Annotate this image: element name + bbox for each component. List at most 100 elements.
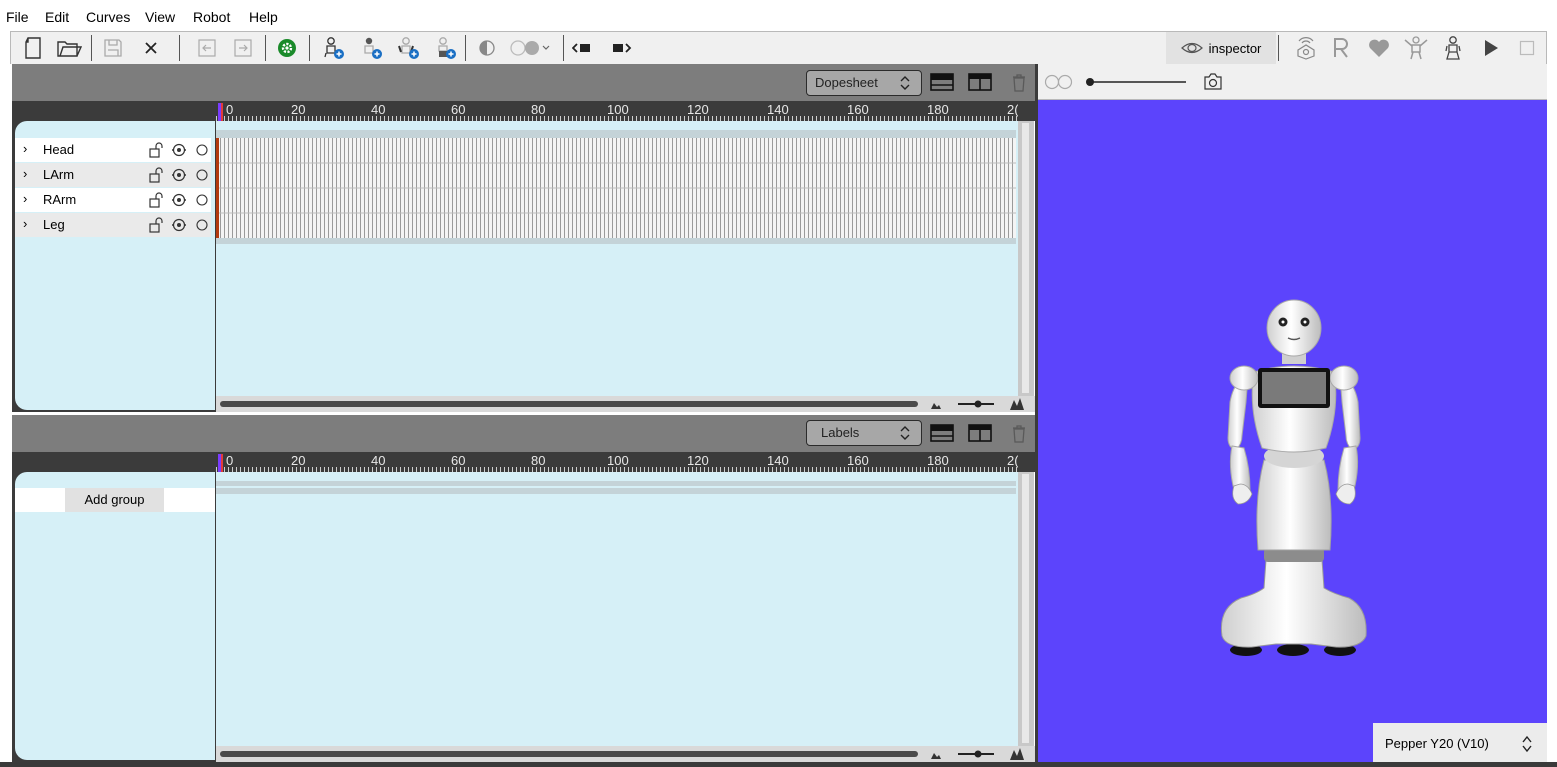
menu-edit[interactable]: Edit [45,9,69,25]
menu-view[interactable]: View [145,9,175,25]
previous-keyframe-icon [572,43,590,53]
layout-window-icon [968,424,992,442]
menu-robot[interactable]: Robot [193,9,230,25]
zoom-in-icon[interactable] [1009,747,1025,760]
menu-help[interactable]: Help [249,9,278,25]
timeline-ruler[interactable]: 0 20 40 60 80 100 120 140 160 180 2( [216,101,1018,121]
undo-button[interactable] [191,32,223,64]
group-row-head[interactable]: › Head [15,138,211,162]
dopesheet-horizontal-scrollbar[interactable] [216,396,922,412]
group-row-rarm[interactable]: › RArm [15,188,211,212]
save-icon [104,39,122,57]
unlock-icon[interactable] [149,192,163,208]
ruler-label: 100 [607,102,629,117]
stiffness-motor-icon[interactable] [171,218,187,232]
next-keyframe-button[interactable] [605,32,637,64]
group-row-larm[interactable]: › LArm [15,163,211,187]
menu-curves[interactable]: Curves [86,9,130,25]
add-robot-pose-button[interactable] [317,32,349,64]
chevron-right-icon[interactable]: › [23,191,27,206]
zoom-slider[interactable] [956,748,996,760]
stop-icon [1519,40,1535,56]
dopesheet-mode-select[interactable]: Dopesheet [806,70,922,96]
delete-panel-button[interactable] [1012,425,1026,446]
contrast-button[interactable] [471,32,503,64]
joint-group-tree: › Head › LArm › RArm › Leg [15,121,215,410]
layout-split-button[interactable] [930,424,954,445]
robot-model-select[interactable]: Pepper Y20 (V10) [1373,723,1547,763]
add-legs-pose-button[interactable] [429,32,461,64]
unlock-icon[interactable] [149,217,163,233]
scroll-thumb[interactable] [1022,474,1029,743]
circle-icon[interactable] [196,194,208,206]
add-arms-pose-button[interactable] [392,32,424,64]
labels-mode-label: Labels [821,425,860,440]
zoom-out-icon[interactable] [930,749,942,759]
add-group-button[interactable]: Add group [65,488,164,512]
stiffness-motor-icon[interactable] [171,193,187,207]
scroll-thumb[interactable] [1022,123,1029,393]
delete-panel-button[interactable] [1012,74,1026,95]
ruler-label: 20 [291,453,306,468]
stiffness-motor-icon[interactable] [171,143,187,157]
labels-vertical-scrollbar[interactable] [1018,472,1034,746]
motors-button[interactable] [1400,32,1432,64]
add-head-pose-button[interactable] [355,32,387,64]
layout-window-button[interactable] [968,424,992,445]
save-button[interactable] [97,32,129,64]
layout-split-icon [930,424,954,442]
new-file-button[interactable] [17,32,49,64]
scroll-thumb[interactable] [220,401,918,407]
robot-3d-viewer[interactable] [1038,100,1547,762]
circle-icon[interactable] [196,219,208,231]
opacity-slider[interactable] [1084,74,1188,90]
letter-r-icon [1334,38,1348,58]
unlock-icon[interactable] [149,167,163,183]
connect-robot-button[interactable] [1290,32,1322,64]
labels-horizontal-scrollbar[interactable] [216,746,922,762]
camera-icon[interactable] [1203,73,1223,90]
unlock-icon[interactable] [149,142,163,158]
previous-keyframe-button[interactable] [567,32,599,64]
track-summary-bar [216,481,1016,486]
zoom-slider[interactable] [956,398,996,410]
settings-button[interactable] [271,32,303,64]
chevron-right-icon[interactable]: › [23,166,27,181]
toolbar-separator [91,35,92,61]
robot-posture-button[interactable] [1437,32,1469,64]
zoom-in-icon[interactable] [1009,397,1025,410]
robot-icon [1445,36,1461,60]
dopesheet-track-area[interactable] [216,121,1018,396]
updown-chevron-icon [1522,735,1532,753]
layout-split-button[interactable] [930,73,954,94]
open-file-button[interactable] [53,32,85,64]
layout-window-button[interactable] [968,73,992,94]
group-row-leg[interactable]: › Leg [15,213,211,237]
close-icon [145,42,157,54]
chevron-right-icon[interactable]: › [23,216,27,231]
chevron-right-icon[interactable]: › [23,141,27,156]
onion-skin-icon[interactable] [1044,74,1074,90]
labels-timeline-ruler[interactable]: 0 20 40 60 80 100 120 140 160 180 2( [216,452,1018,472]
stiffness-motor-icon[interactable] [171,168,187,182]
toolbar-separator [265,35,266,61]
zoom-out-icon[interactable] [930,399,942,409]
redo-button[interactable] [227,32,259,64]
labels-track-area[interactable] [216,472,1018,746]
menu-file[interactable]: File [6,9,29,25]
dopesheet-vertical-scrollbar[interactable] [1018,121,1034,396]
stiffness-button[interactable] [1363,32,1395,64]
circle-icon[interactable] [196,144,208,156]
record-mode-button[interactable] [1325,32,1357,64]
inspector-button[interactable]: inspector [1166,32,1276,64]
scroll-thumb[interactable] [220,751,918,757]
play-button[interactable] [1475,32,1507,64]
onion-skin-dropdown[interactable] [505,32,555,64]
play-icon [1485,40,1498,56]
close-button[interactable] [135,32,167,64]
labels-mode-select[interactable]: Labels [806,420,922,446]
circle-icon[interactable] [196,169,208,181]
layout-window-icon [968,73,992,91]
ruler-label: 120 [687,453,709,468]
stop-button[interactable] [1511,32,1543,64]
